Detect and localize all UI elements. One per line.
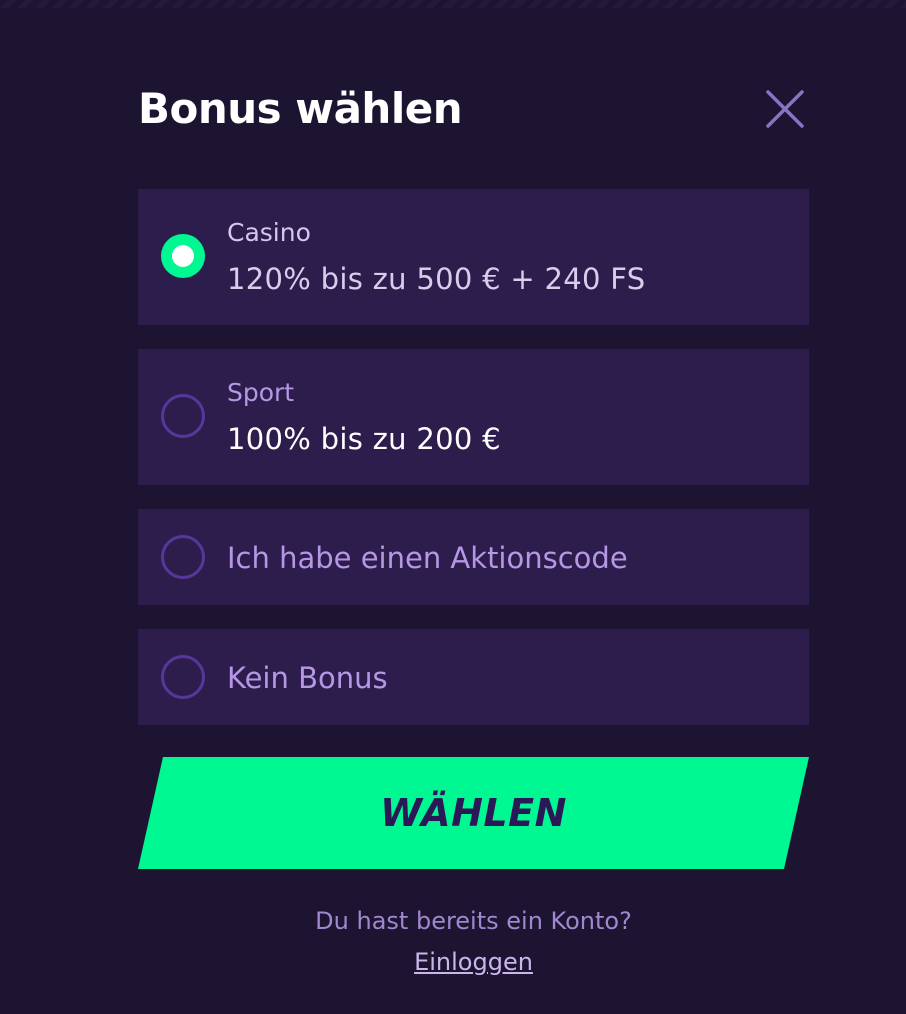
radio-casino[interactable]: [161, 234, 205, 278]
option-label-promo-code: Ich habe einen Aktionscode: [227, 541, 628, 575]
option-label-no-bonus: Kein Bonus: [227, 661, 388, 695]
close-icon: [766, 90, 804, 128]
choose-button-label: WÄHLEN: [380, 791, 567, 835]
bonus-option-promo-code[interactable]: Ich habe einen Aktionscode: [138, 509, 809, 605]
radio-promo-code[interactable]: [161, 535, 205, 579]
bonus-option-no-bonus[interactable]: Kein Bonus: [138, 629, 809, 725]
choose-button[interactable]: WÄHLEN: [138, 757, 809, 869]
bonus-option-sport[interactable]: Sport 100% bis zu 200 €: [138, 349, 809, 485]
option-label-sport: Sport: [227, 378, 295, 407]
bonus-option-casino[interactable]: Casino 120% bis zu 500 € + 240 FS: [138, 189, 809, 325]
modal-title: Bonus wählen: [138, 84, 463, 133]
option-value-sport: 100% bis zu 200 €: [227, 422, 501, 456]
radio-sport[interactable]: [161, 394, 205, 438]
login-link[interactable]: Einloggen: [138, 944, 809, 980]
bonus-modal: Bonus wählen Casino 120% bis zu 500 € + …: [138, 0, 810, 1014]
close-button[interactable]: [764, 88, 806, 130]
account-question: Du hast bereits ein Konto?: [315, 907, 632, 935]
option-value-casino: 120% bis zu 500 € + 240 FS: [227, 262, 646, 296]
option-label-casino: Casino: [227, 218, 311, 247]
radio-no-bonus[interactable]: [161, 655, 205, 699]
